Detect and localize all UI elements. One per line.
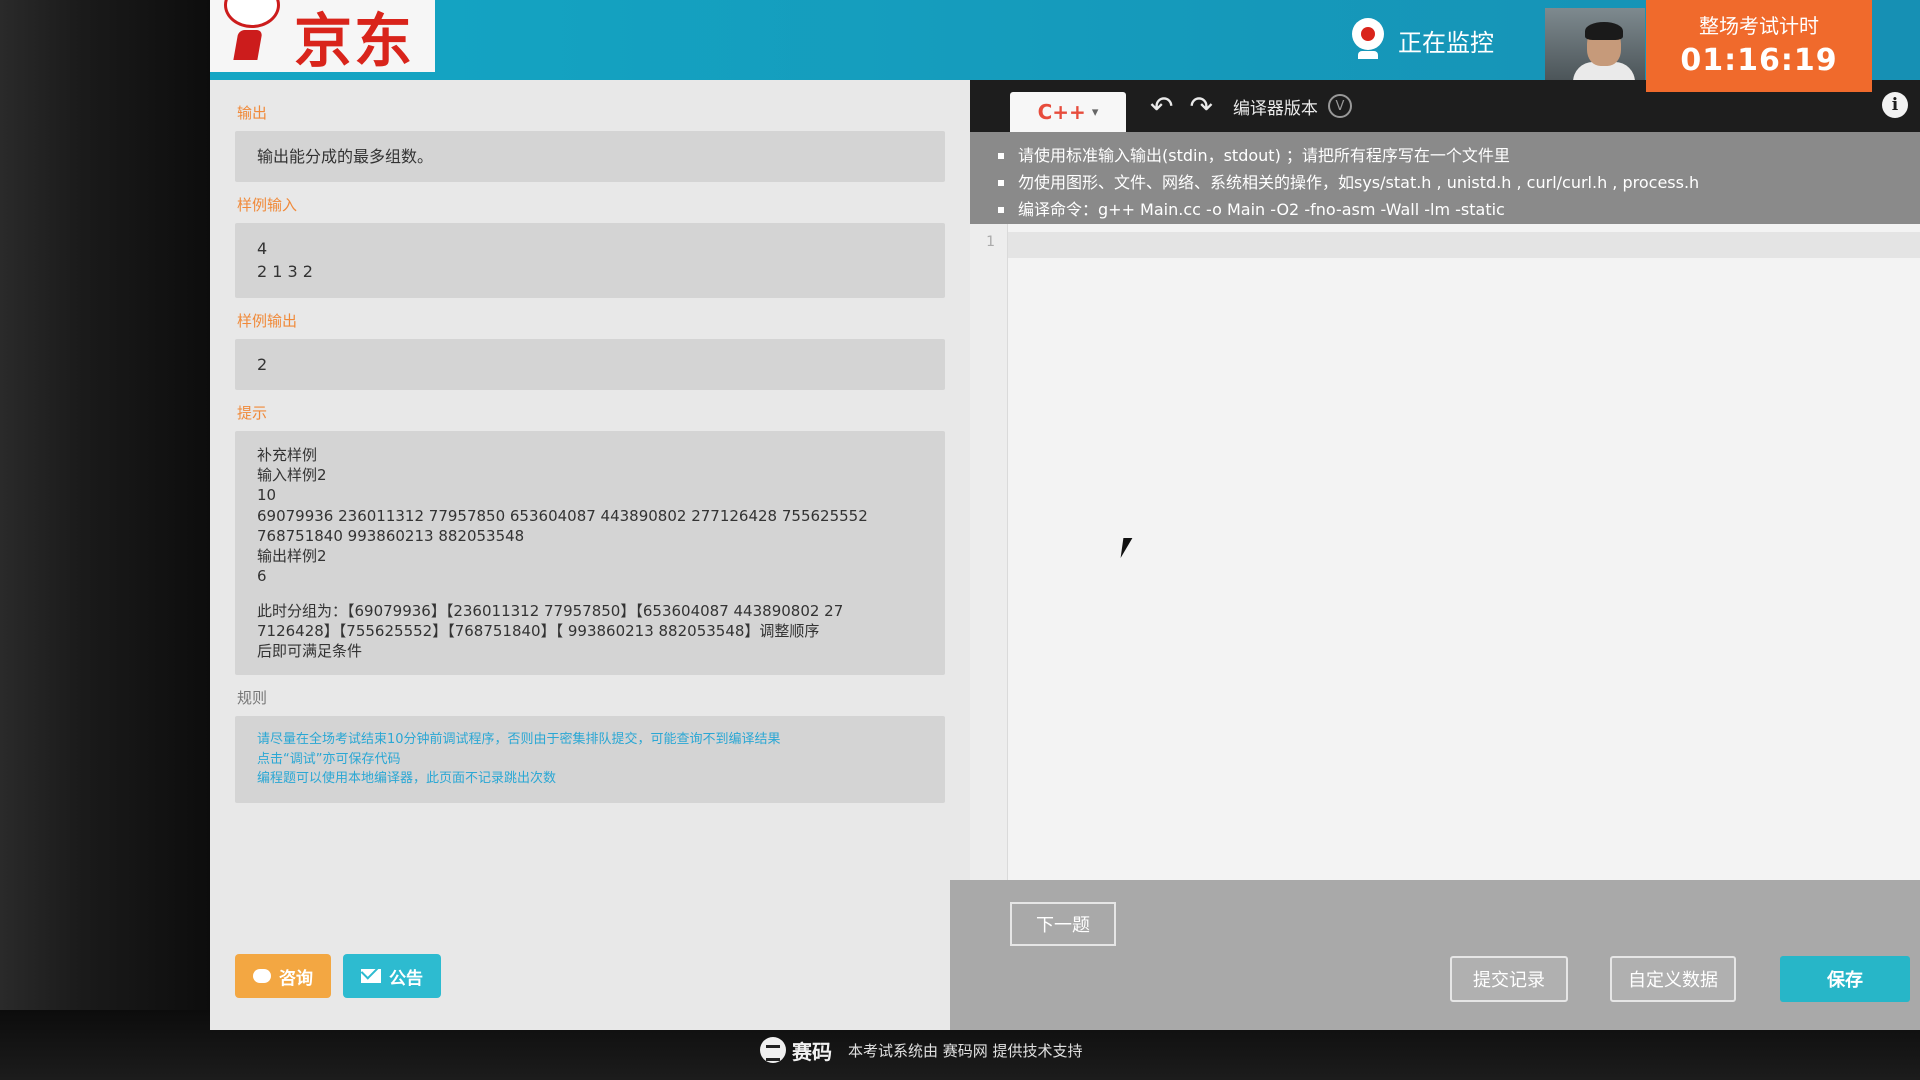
chat-icon bbox=[253, 969, 271, 983]
rules-line: 编程题可以使用本地编译器，此页面不记录跳出次数 bbox=[257, 771, 557, 787]
hint-title: 提示 bbox=[237, 403, 268, 422]
exam-screen: 输出 输出能分成的最多组数。 样例输入 4 2 1 3 2 样例输出 2 提示 … bbox=[210, 0, 1920, 1030]
mascot-icon bbox=[210, 0, 290, 72]
submit-record-button[interactable]: 提交记录 bbox=[1450, 956, 1568, 1002]
hint-line: 6 bbox=[257, 567, 267, 586]
rules-line: 点击“调试”亦可保存代码 bbox=[257, 751, 401, 767]
consult-button-label: 咨询 bbox=[279, 968, 313, 989]
info-icon[interactable]: i bbox=[1882, 92, 1908, 118]
sample-output-line: 2 bbox=[257, 354, 268, 374]
line-number: 1 bbox=[986, 234, 995, 250]
site-footer: 赛码 本考试系统由 赛码网 提供技术支持 bbox=[760, 1030, 1720, 1070]
notice-item: 勿使用图形、文件、网络、系统相关的操作，如sys/stat.h , unistd… bbox=[998, 169, 1920, 196]
left-button-group: 咨询 公告 bbox=[235, 954, 441, 998]
rules-box: 请尽量在全场考试结束10分钟前调试程序，否则由于密集排队提交，可能查询不到编译结… bbox=[235, 716, 945, 803]
saima-logo-text: 赛码 bbox=[792, 1039, 832, 1064]
sample-input-line: 2 1 3 2 bbox=[257, 262, 313, 282]
editor-footer: 下一题 提交记录 自定义数据 保存 bbox=[950, 880, 1920, 1030]
hint-line: 输出样例2 bbox=[257, 547, 327, 565]
rules-title: 规则 bbox=[237, 689, 268, 708]
undo-icon[interactable]: ↶ bbox=[1150, 90, 1173, 123]
timer-value: 01:16:19 bbox=[1680, 43, 1838, 78]
compile-notice: 请使用标准输入输出(stdin，stdout) ；请把所有程序写在一个文件里 勿… bbox=[970, 132, 1920, 224]
support-text: 本考试系统由 赛码网 提供技术支持 bbox=[848, 1041, 1083, 1060]
sample-input-box: 4 2 1 3 2 bbox=[235, 223, 945, 298]
sample-input-title: 样例输入 bbox=[237, 196, 298, 215]
sample-input-line: 4 bbox=[257, 239, 268, 259]
jd-logo: 京东 bbox=[210, 0, 435, 75]
webcam-icon bbox=[1350, 18, 1386, 62]
compiler-version-label[interactable]: 编译器版本 bbox=[1233, 94, 1318, 119]
camera-preview bbox=[1545, 8, 1645, 80]
problem-panel: 输出 输出能分成的最多组数。 样例输入 4 2 1 3 2 样例输出 2 提示 … bbox=[210, 72, 970, 1030]
hint-line: 10 bbox=[257, 486, 277, 505]
exam-timer: 整场考试计时 01:16:19 bbox=[1646, 0, 1872, 92]
version-icon[interactable]: V bbox=[1327, 94, 1352, 118]
notice-item: 请使用标准输入输出(stdin，stdout) ；请把所有程序写在一个文件里 bbox=[998, 142, 1920, 169]
timer-label: 整场考试计时 bbox=[1699, 14, 1819, 38]
language-label: C++ bbox=[1037, 100, 1086, 124]
output-description: 输出能分成的最多组数。 bbox=[235, 131, 945, 183]
notice-button-label: 公告 bbox=[389, 968, 423, 989]
save-button[interactable]: 保存 bbox=[1780, 956, 1910, 1002]
monitor-status: 正在监控 bbox=[1350, 10, 1494, 70]
custom-data-button[interactable]: 自定义数据 bbox=[1610, 956, 1736, 1002]
active-line[interactable] bbox=[1008, 232, 1920, 258]
consult-button[interactable]: 咨询 bbox=[235, 954, 331, 998]
rules-line: 请尽量在全场考试结束10分钟前调试程序，否则由于密集排队提交，可能查询不到编译结… bbox=[257, 732, 781, 748]
saima-logo: 赛码 bbox=[760, 1036, 832, 1065]
code-editor[interactable]: 1 bbox=[970, 224, 1920, 880]
monitor-status-text: 正在监控 bbox=[1398, 28, 1494, 57]
saima-icon bbox=[760, 1037, 786, 1063]
sample-output-box: 2 bbox=[235, 338, 945, 390]
notice-button[interactable]: 公告 bbox=[343, 954, 441, 998]
hint-box: 补充样例 输入样例2 10 69079936 236011312 7795785… bbox=[235, 430, 945, 676]
hint-line: 768751840 993860213 882053548 bbox=[257, 526, 525, 545]
notice-item: 编译命令：g++ Main.cc -o Main -O2 -fno-asm -W… bbox=[998, 196, 1920, 223]
brand-name: 京东 bbox=[294, 7, 415, 75]
line-gutter: 1 bbox=[970, 224, 1008, 880]
language-select[interactable]: C++ ▾ bbox=[1010, 92, 1126, 132]
sample-output-title: 样例输出 bbox=[237, 311, 298, 330]
output-description-text: 输出能分成的最多组数。 bbox=[257, 147, 434, 166]
next-question-button[interactable]: 下一题 bbox=[1010, 902, 1116, 946]
top-header: 京东 正在监控 整场考试计时 01:16:19 bbox=[210, 0, 1920, 92]
hint-line: 69079936 236011312 77957850 653604087 44… bbox=[257, 506, 868, 525]
redo-icon[interactable]: ↷ bbox=[1189, 90, 1212, 123]
output-section-title: 输出 bbox=[237, 104, 268, 122]
hint-line: 后即可满足条件 bbox=[257, 642, 363, 660]
mail-icon bbox=[361, 969, 381, 983]
editor-panel: C++ ▾ ↶ ↷ 编译器版本 V i 请使用标准输入输出(stdin，stdo… bbox=[950, 80, 1920, 1030]
chevron-down-icon: ▾ bbox=[1091, 104, 1099, 120]
hint-line: 7126428】【755625552】【768751840】【 99386021… bbox=[257, 621, 820, 640]
hint-line: 输入样例2 bbox=[257, 466, 327, 484]
hint-line: 补充样例 bbox=[257, 445, 318, 464]
hint-line: 此时分组为：【69079936】【236011312 77957850】【653… bbox=[257, 601, 844, 620]
monitor-bezel-left bbox=[0, 0, 210, 1080]
hint-line bbox=[257, 587, 923, 601]
